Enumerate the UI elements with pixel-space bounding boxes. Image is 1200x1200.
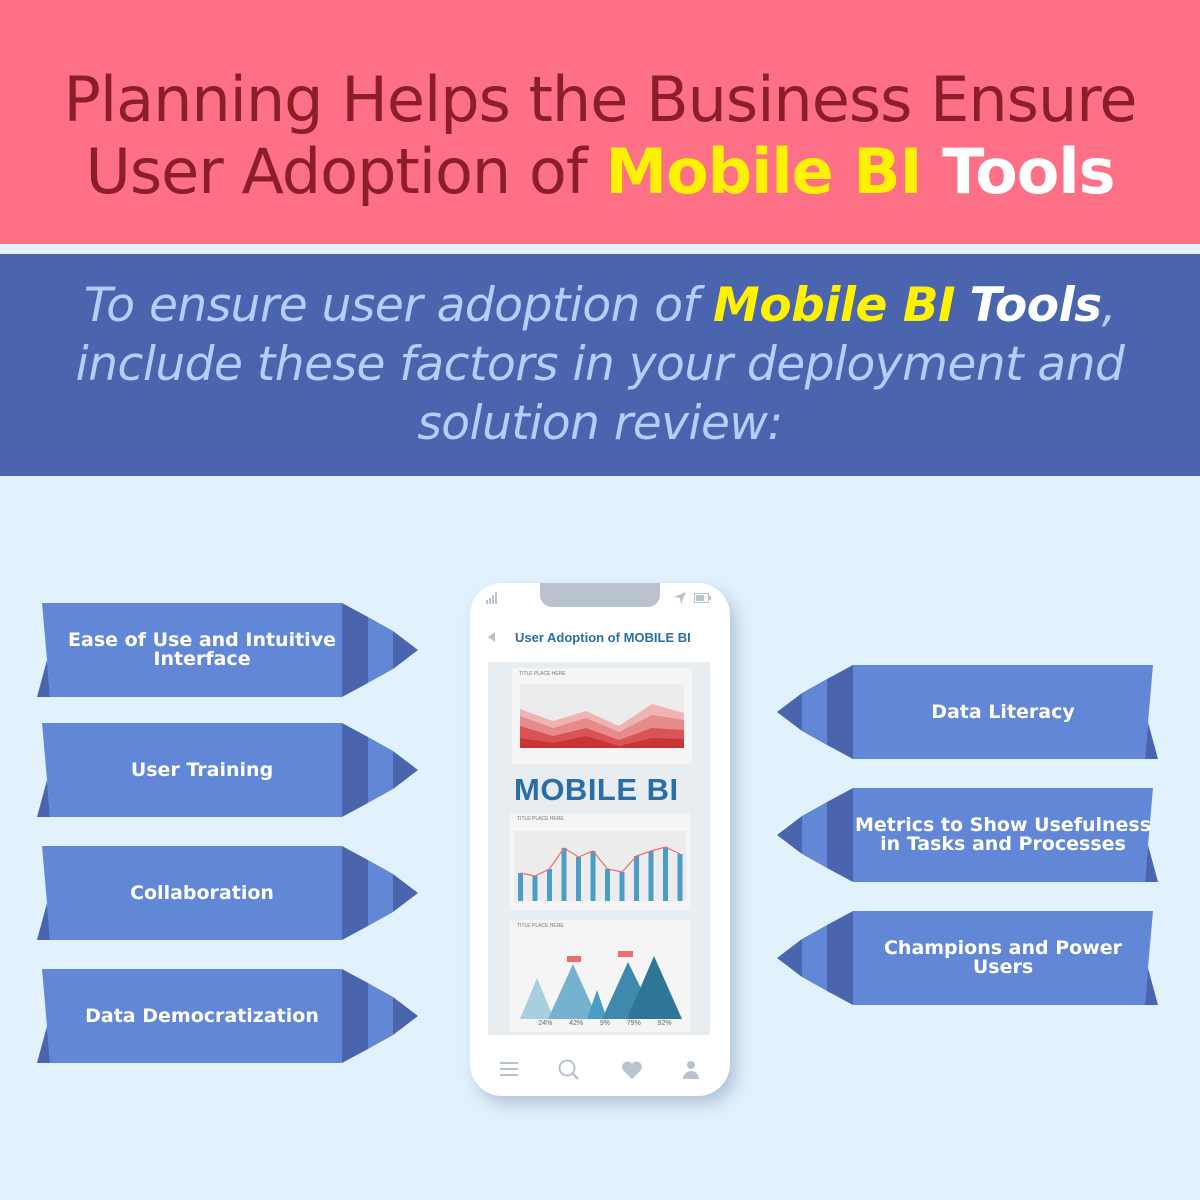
factor-arrow: Collaboration: [37, 846, 457, 946]
factor-arrow: User Training: [37, 723, 457, 823]
peak-chart-card: TITLE PLACE HERE 24% 42% 9% 79% 92%: [510, 920, 690, 1032]
factor-arrow: Metrics to Show Usefulness in Tasks and …: [738, 788, 1158, 888]
factor-label: Data Democratization: [85, 1004, 319, 1027]
battery-icon: [694, 593, 711, 603]
phone-screen: TITLE PLACE HERE MOBILE BI TITLE PLACE H…: [488, 662, 710, 1035]
peak-values: 24% 42% 9% 79% 92%: [538, 1020, 672, 1027]
back-icon[interactable]: [487, 632, 497, 642]
factor-arrow: Ease of Use and Intuitive Interface: [37, 603, 457, 703]
factor-arrow: Champions and Power Users: [738, 911, 1158, 1011]
screen-title: User Adoption of MOBILE BI: [515, 630, 691, 645]
area-chart-card: TITLE PLACE HERE: [512, 668, 692, 764]
factor-label: Metrics to Show Usefulness in Tasks and …: [854, 814, 1152, 855]
subtitle-banner: To ensure user adoption of Mobile BI Too…: [0, 254, 1200, 476]
bar: [619, 872, 625, 901]
signal-icon: [486, 592, 497, 604]
factor-arrow: Data Democratization: [37, 969, 457, 1069]
bar: [590, 851, 596, 901]
bar: [605, 869, 610, 901]
bar: [518, 873, 523, 901]
phone-mockup: User Adoption of MOBILE BI TITLE PLACE H…: [470, 583, 730, 1096]
user-icon[interactable]: [682, 1060, 700, 1080]
page-title: Planning Helps the Business Ensure User A…: [63, 63, 1137, 208]
factor-label: Champions and Power Users: [883, 937, 1123, 978]
mobile-bi-label: MOBILE BI: [514, 772, 679, 807]
heart-icon[interactable]: [621, 1061, 643, 1079]
bar: [634, 856, 639, 901]
bar: [576, 857, 581, 901]
bar: [677, 854, 683, 901]
phone-notch: [540, 583, 660, 607]
factor-label: Collaboration: [130, 881, 274, 904]
factor-label: User Training: [130, 758, 274, 781]
bar: [663, 847, 668, 901]
factor-arrow: Data Literacy: [738, 665, 1158, 765]
bar-chart: [514, 831, 686, 901]
menu-icon[interactable]: [500, 1061, 520, 1077]
bar: [547, 869, 552, 901]
search-icon[interactable]: [558, 1059, 580, 1081]
factor-label: Ease of Use and Intuitive Interface: [68, 629, 336, 670]
area-chart: [520, 684, 684, 748]
factor-label: Data Literacy: [931, 700, 1075, 723]
bar: [532, 876, 538, 901]
bar: [648, 851, 654, 901]
bar-line-chart-card: TITLE PLACE HERE: [510, 813, 690, 910]
subtitle: To ensure user adoption of Mobile BI Too…: [75, 278, 1125, 451]
bar: [561, 848, 567, 901]
header-banner: Planning Helps the Business Ensure User A…: [0, 0, 1200, 244]
peak-chart: [520, 951, 682, 1019]
location-icon: [674, 592, 686, 604]
